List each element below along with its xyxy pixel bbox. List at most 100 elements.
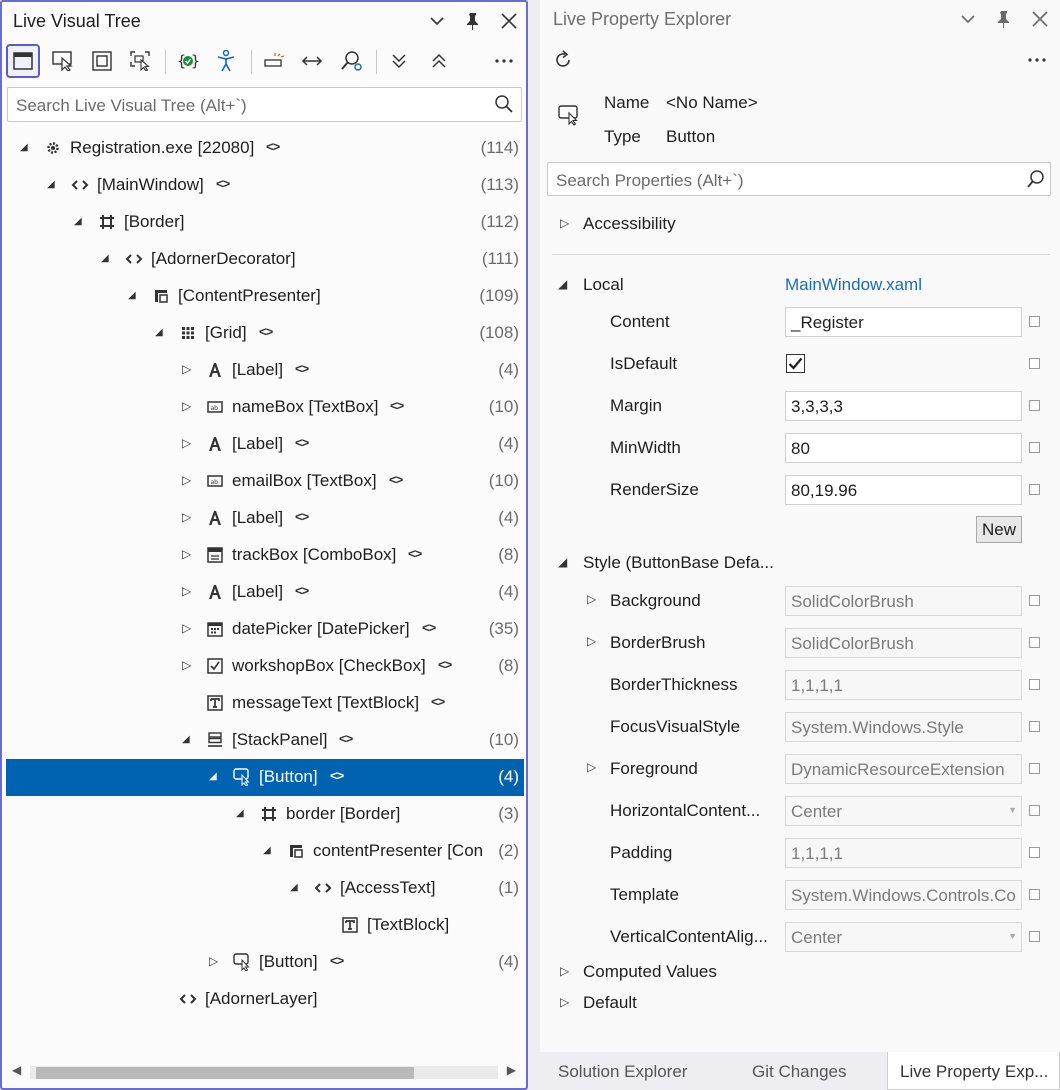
tree-node[interactable]: ▷ [Label] <> (4)	[6, 574, 524, 611]
tree-node[interactable]: ▷ ab emailBox [TextBox] <> (10)	[6, 463, 524, 500]
xaml-source-link-icon[interactable]: <>	[431, 694, 445, 709]
collapse-arrow-icon[interactable]: ◢	[290, 882, 304, 898]
tree-search-input[interactable]: Search Live Visual Tree (Alt+`)	[7, 87, 522, 122]
expand-arrow-icon[interactable]: ▷	[182, 510, 196, 526]
tree-node[interactable]: ▷ ab nameBox [TextBox] <> (10)	[6, 389, 524, 426]
isdefault-checkbox[interactable]	[786, 354, 805, 373]
collapse-arrow-icon[interactable]: ◢	[263, 845, 277, 861]
xaml-source-link-icon[interactable]: <>	[259, 324, 273, 339]
refresh-icon[interactable]	[552, 49, 574, 71]
collapse-arrow-icon[interactable]: ◢	[236, 808, 250, 824]
property-value-input[interactable]: 3,3,3,3	[785, 391, 1022, 421]
tree-node[interactable]: ◢ Registration.exe [22080] <> (114)	[6, 130, 524, 167]
property-marker-checkbox[interactable]	[1029, 805, 1040, 816]
tab-git-changes[interactable]: Git Changes	[752, 1052, 847, 1090]
collapse-arrow-icon[interactable]: ◢	[74, 216, 88, 232]
collapse-arrow-icon[interactable]: ◢	[182, 734, 196, 750]
collapse-arrow-icon[interactable]: ◢	[101, 253, 115, 269]
expand-arrow-icon[interactable]: ▷	[182, 362, 196, 378]
accessibility-category[interactable]: ▷ Accessibility	[552, 204, 1052, 246]
xaml-source-link-icon[interactable]: <>	[295, 583, 309, 598]
property-search-input[interactable]: Search Properties (Alt+`)	[547, 162, 1051, 196]
new-property-button[interactable]: New	[976, 516, 1022, 543]
tree-node[interactable]: ◢ [ContentPresenter] (109)	[6, 278, 524, 315]
property-marker-checkbox[interactable]	[1029, 721, 1040, 732]
tree-node[interactable]: ◢ contentPresenter [Con (2)	[6, 833, 524, 870]
display-layout-adorners-icon[interactable]	[85, 44, 119, 78]
tree-node[interactable]: [AdornerLayer]	[6, 981, 524, 1018]
tree-node[interactable]: ◢ border [Border] (3)	[6, 796, 524, 833]
xaml-source-link-hover-icon[interactable]: <>	[330, 768, 344, 783]
style-category[interactable]: ◢ Style (ButtonBase Defa...	[552, 543, 1052, 585]
expand-arrow-icon[interactable]: ▷	[209, 954, 223, 970]
expand-arrow-icon[interactable]: ▷	[182, 436, 196, 452]
tree-node[interactable]: ◢ [Button] <> (4)	[6, 759, 524, 796]
collapse-arrow-icon[interactable]: ◢	[558, 277, 567, 291]
collapse-all-icon[interactable]	[422, 44, 456, 78]
tree-node[interactable]: ▷ [Button] <> (4)	[6, 944, 524, 981]
xaml-source-link-icon[interactable]: <>	[339, 731, 353, 746]
property-value-input[interactable]: _Register	[785, 307, 1022, 337]
show-in-app-toolbar-icon[interactable]	[6, 44, 40, 78]
collapse-arrow-icon[interactable]: ◢	[558, 555, 567, 569]
property-marker-checkbox[interactable]	[1029, 316, 1040, 327]
chevron-down-icon[interactable]	[957, 8, 979, 30]
xaml-source-link-icon[interactable]: <>	[438, 657, 452, 672]
tree-node[interactable]: ▷ [Label] <> (4)	[6, 500, 524, 537]
property-marker-checkbox[interactable]	[1029, 763, 1040, 774]
tab-solution-explorer[interactable]: Solution Explorer	[558, 1052, 687, 1090]
chevron-down-icon[interactable]	[426, 10, 448, 32]
xaml-source-link-icon[interactable]: <>	[390, 398, 404, 413]
tree-node[interactable]: ▷ trackBox [ComboBox] <> (8)	[6, 537, 524, 574]
property-value-input[interactable]: 80,19.96	[785, 475, 1022, 505]
expand-arrow-icon[interactable]: ▷	[587, 634, 596, 648]
expand-arrow-icon[interactable]: ▷	[560, 995, 569, 1009]
xaml-source-link-icon[interactable]: <>	[295, 361, 309, 376]
expand-arrow-icon[interactable]: ▷	[182, 399, 196, 415]
pin-icon[interactable]	[462, 10, 484, 32]
pin-icon[interactable]	[993, 8, 1015, 30]
property-marker-checkbox[interactable]	[1029, 931, 1040, 942]
horizontal-scrollbar[interactable]: ◀ ▶	[6, 1060, 522, 1082]
xaml-source-link-icon[interactable]: <>	[295, 509, 309, 524]
collapse-arrow-icon[interactable]: ◢	[155, 327, 169, 343]
xaml-source-link-icon[interactable]: <>	[295, 435, 309, 450]
property-marker-checkbox[interactable]	[1029, 358, 1040, 369]
xaml-source-link-icon[interactable]: <>	[266, 139, 280, 154]
xaml-source-link-icon[interactable]: <>	[408, 546, 422, 561]
tree-node[interactable]: ◢ [AccessText] (1)	[6, 870, 524, 907]
horizontal-arrows-icon[interactable]	[295, 44, 329, 78]
property-marker-checkbox[interactable]	[1029, 847, 1040, 858]
select-element-icon[interactable]	[46, 44, 80, 78]
search-icon[interactable]	[494, 94, 514, 119]
expand-arrow-icon[interactable]: ▷	[182, 473, 196, 489]
property-marker-checkbox[interactable]	[1029, 484, 1040, 495]
close-icon[interactable]	[498, 10, 520, 32]
track-focused-element-icon[interactable]	[124, 44, 158, 78]
tree-node[interactable]: ◢ [AdornerDecorator] (111)	[6, 241, 524, 278]
tree-node[interactable]: ◢ [MainWindow] <> (113)	[6, 167, 524, 204]
xaml-source-link-icon[interactable]: <>	[216, 176, 230, 191]
expand-arrow-icon[interactable]: ▷	[182, 658, 196, 674]
tree-node[interactable]: messageText [TextBlock] <>	[6, 685, 524, 722]
accessibility-icon[interactable]	[209, 44, 243, 78]
default-category[interactable]: ▷ Default	[552, 983, 1052, 1025]
expand-arrow-icon[interactable]: ▷	[587, 592, 596, 606]
collapse-arrow-icon[interactable]: ◢	[47, 179, 61, 195]
expand-arrow-icon[interactable]: ▷	[182, 621, 196, 637]
xaml-source-link-icon[interactable]: <>	[389, 472, 403, 487]
search-icon[interactable]	[1026, 169, 1046, 194]
tree-node[interactable]: ▷ [Label] <> (4)	[6, 426, 524, 463]
more-options-icon[interactable]	[1026, 49, 1048, 71]
more-options-icon[interactable]	[487, 44, 521, 78]
expand-arrow-icon[interactable]: ▷	[560, 964, 569, 978]
collapse-arrow-icon[interactable]: ◢	[128, 290, 142, 306]
scroll-right-icon[interactable]: ▶	[507, 1063, 516, 1077]
collapse-arrow-icon[interactable]: ◢	[20, 142, 34, 158]
close-icon[interactable]	[1029, 8, 1051, 30]
property-marker-checkbox[interactable]	[1029, 889, 1040, 900]
xaml-source-link-icon[interactable]: <>	[422, 620, 436, 635]
tree-node[interactable]: ▷ [Label] <> (4)	[6, 352, 524, 389]
property-marker-checkbox[interactable]	[1029, 679, 1040, 690]
tree-node[interactable]: ▷ workshopBox [CheckBox] <> (8)	[6, 648, 524, 685]
